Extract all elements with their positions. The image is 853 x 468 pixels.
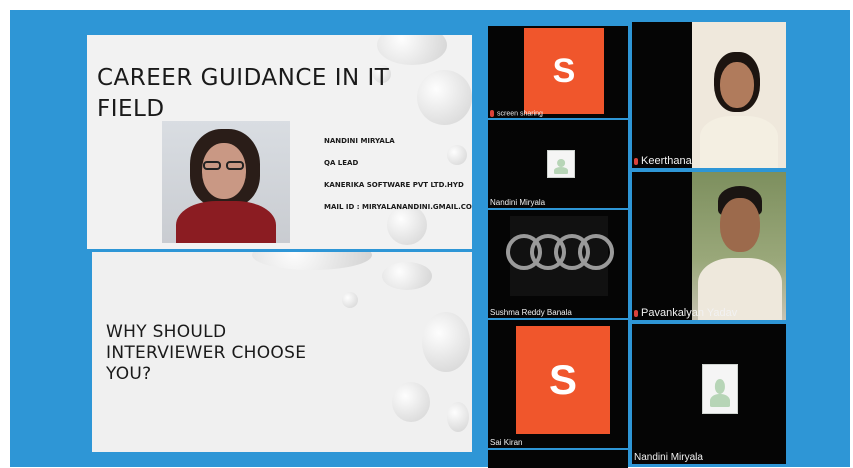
water-drop-decoration <box>342 292 358 308</box>
microphone-muted-icon <box>490 109 494 117</box>
participant-name-label: screen sharing <box>490 109 543 117</box>
presentation-slide-title: CAREER GUIDANCE IN IT FIELD NANDINI MIRY… <box>87 35 472 249</box>
presenter-mail: MAIL ID : MIRYALANANDINI.GMAIL.COM <box>324 203 472 211</box>
slide-title-line: INTERVIEWER CHOOSE <box>106 343 307 363</box>
participant-avatar: S <box>516 326 610 434</box>
participant-tile-pavankalyan[interactable]: Pavankalyan Yadav <box>632 172 786 320</box>
participant-tile-nandini[interactable]: Nandini Miryala <box>488 120 628 208</box>
presenter-name: NANDINI MIRYALA <box>324 137 395 145</box>
water-drop-decoration <box>377 35 447 65</box>
presentation-slide-question: WHY SHOULD INTERVIEWER CHOOSE YOU? <box>92 252 472 452</box>
slide-title-line: CAREER GUIDANCE IN IT <box>97 65 390 91</box>
default-avatar-icon <box>702 364 738 414</box>
participant-video <box>692 172 786 320</box>
participant-name-label: Nandini Miryala <box>490 198 546 207</box>
participant-video <box>692 22 786 168</box>
participant-name-label: Sushma Reddy Banala <box>490 308 572 317</box>
participant-name-label: Nandini Miryala <box>634 452 703 463</box>
participant-name-label: Keerthana <box>634 155 692 167</box>
participant-name-label: Pavankalyan Yadav <box>634 307 737 319</box>
audi-logo-image <box>506 216 614 296</box>
microphone-muted-icon <box>634 157 638 165</box>
participant-tile-keerthana[interactable]: Keerthana <box>632 22 786 168</box>
water-drop-decoration <box>422 312 470 372</box>
presenter-company: KANERIKA SOFTWARE PVT LTD.HYD <box>324 181 464 189</box>
presenter-photo <box>162 121 290 243</box>
water-drop-decoration <box>392 382 430 422</box>
participant-avatar: S <box>524 28 604 114</box>
participant-tile-nandini-bottom[interactable]: Nandini Miryala <box>632 324 786 464</box>
presenter-role: QA LEAD <box>324 159 359 167</box>
water-drop-decoration <box>447 402 469 432</box>
participant-tile-partial[interactable] <box>488 450 628 468</box>
slide-title-line: WHY SHOULD <box>106 322 227 342</box>
microphone-muted-icon <box>634 309 638 317</box>
default-avatar-icon <box>547 150 575 178</box>
water-drop-decoration <box>447 145 467 165</box>
water-drop-decoration <box>252 252 372 270</box>
slide-title: WHY SHOULD INTERVIEWER CHOOSE YOU? <box>106 322 306 385</box>
water-drop-decoration <box>387 205 427 245</box>
water-drop-decoration <box>382 262 432 290</box>
slide-title-line: YOU? <box>106 364 152 384</box>
participant-tile-sai-kiran[interactable]: S Sai Kiran <box>488 320 628 448</box>
participant-tile-screen-share[interactable]: S screen sharing <box>488 26 628 118</box>
slide-title: CAREER GUIDANCE IN IT FIELD <box>97 63 389 125</box>
water-drop-decoration <box>417 70 472 125</box>
participant-tile-sushma[interactable]: Sushma Reddy Banala <box>488 210 628 318</box>
participant-name-label: Sai Kiran <box>490 438 523 447</box>
